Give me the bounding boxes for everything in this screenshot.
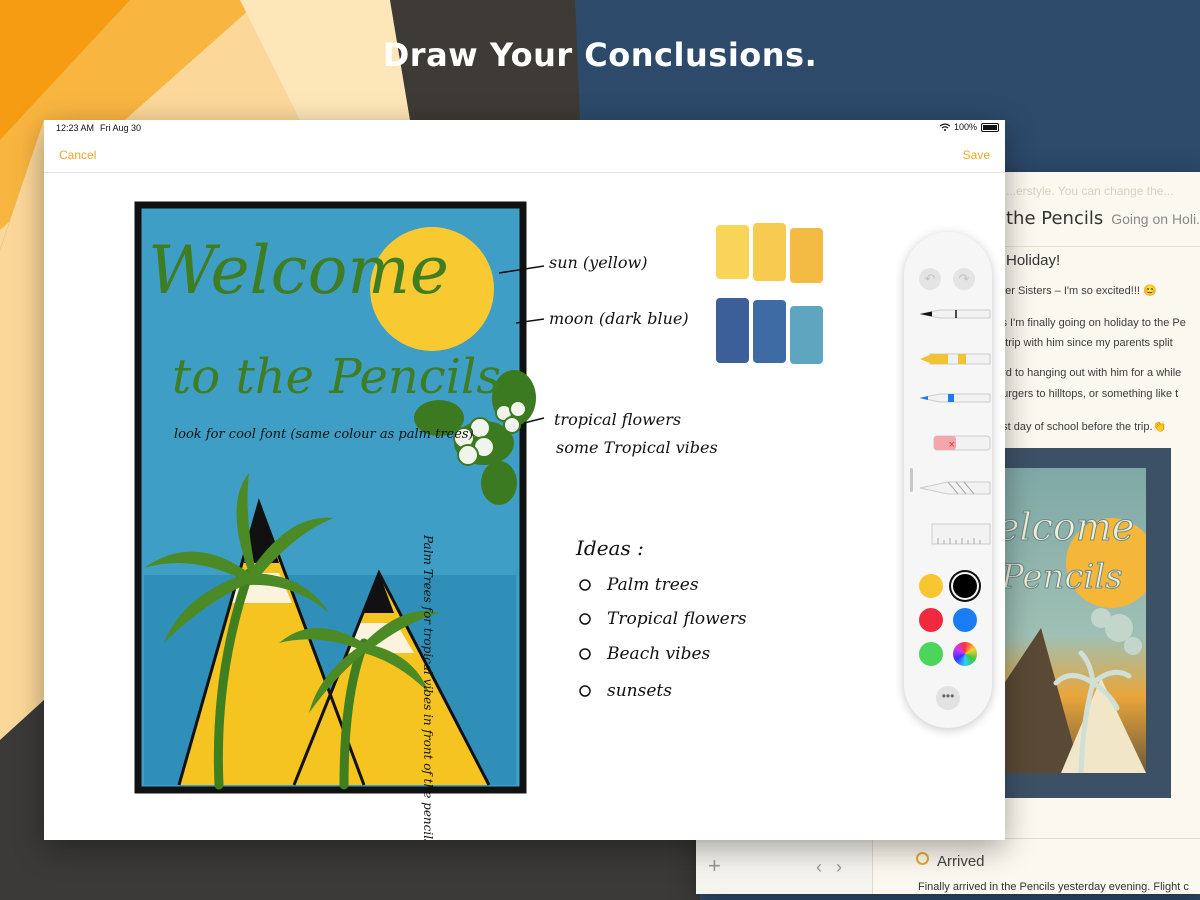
ideas-list: Ideas : Palm trees Tropical flowers Beac… — [575, 536, 747, 701]
wifi-icon — [939, 123, 950, 131]
ruler-tool[interactable] — [918, 522, 992, 546]
poster-sketch: Welcome to the Pencils look for cool fon… — [134, 201, 536, 840]
save-button[interactable]: Save — [963, 148, 990, 162]
status-bar: 12:23 AM Fri Aug 30 100% — [44, 120, 1005, 136]
bullet-icon — [579, 648, 591, 660]
poster-artwork: elcome Pencils — [1001, 505, 1146, 773]
poster-note-font: look for cool font (same colour as palm … — [174, 427, 474, 442]
journal-line: ys I'm finally going on holiday to the P… — [996, 317, 1186, 329]
swatch-blue-1 — [716, 298, 749, 363]
tool-palette: ↶ ↷ × ••• — [904, 232, 992, 728]
entry-text: Finally arrived in the Pencils yesterday… — [918, 881, 1189, 893]
poster-image: elcome Pencils — [1001, 468, 1146, 773]
nav-arrows[interactable]: ‹› — [816, 857, 856, 878]
journal-line: ast day of school before the trip.👏 — [996, 421, 1167, 433]
marker-tool[interactable] — [918, 346, 992, 370]
lasso-tool[interactable] — [918, 476, 992, 500]
annotation-sun: sun (yellow) — [549, 253, 647, 272]
chevron-left-icon[interactable]: ‹ — [816, 857, 836, 877]
more-button[interactable]: ••• — [936, 686, 960, 710]
journal-line: ard to hanging out with him for a while — [996, 367, 1182, 379]
swatch-yellow-2 — [753, 223, 786, 281]
undo-button[interactable]: ↶ — [919, 268, 941, 290]
status-right: 100% — [939, 122, 999, 132]
divider — [872, 838, 873, 894]
journal-line: nter Sisters – I'm so excited!!! 😊 — [996, 285, 1157, 297]
entry-title: Arrived — [937, 853, 985, 870]
drawing-window: 12:23 AM Fri Aug 30 100% Cancel Save Wel… — [44, 120, 1005, 840]
journal-heading: Holiday! — [1006, 252, 1061, 269]
svg-text:Pencils: Pencils — [1001, 557, 1123, 597]
bullet-icon — [579, 685, 591, 697]
color-blue[interactable] — [953, 608, 977, 632]
redo-button[interactable]: ↷ — [953, 268, 975, 290]
divider — [1000, 246, 1200, 247]
annotation-vibes: some Tropical vibes — [556, 438, 718, 457]
color-black[interactable] — [953, 574, 977, 598]
bullet-icon — [579, 613, 591, 625]
annotation-moon: moon (dark blue) — [549, 309, 689, 328]
status-date: Fri Aug 30 — [100, 123, 142, 133]
journal-title-row: the Pencils Going on Holi... — [1006, 208, 1200, 229]
idea-item: Palm trees — [606, 575, 699, 595]
color-red[interactable] — [919, 608, 943, 632]
idea-item: sunsets — [607, 681, 672, 701]
svg-text:×: × — [948, 440, 956, 450]
status-time: 12:23 AM — [56, 123, 95, 133]
redo-icon: ↷ — [958, 271, 970, 286]
palette-grip[interactable] — [910, 468, 913, 492]
color-picker-rainbow[interactable] — [953, 642, 977, 666]
eraser-tool[interactable]: × — [918, 430, 992, 454]
bullet-icon — [579, 579, 591, 591]
swatch-blue-3 — [790, 306, 823, 364]
journal-line: a trip with him since my parents split — [996, 337, 1173, 349]
entry-title-row[interactable]: Arrived — [916, 852, 985, 870]
journal-toolbar: + ‹› — [696, 839, 872, 894]
undo-icon: ↶ — [924, 271, 936, 286]
pen-tool[interactable] — [918, 302, 992, 326]
journal-photo[interactable]: elcome Pencils — [996, 448, 1171, 798]
idea-item: Beach vibes — [606, 644, 711, 664]
poster-title-line1: Welcome — [148, 232, 449, 309]
journal-subtitle: Going on Holi... — [1111, 211, 1200, 227]
nav-bar: Cancel Save — [44, 136, 1005, 173]
ideas-heading: Ideas : — [575, 536, 644, 560]
swatch-blue-2 — [753, 300, 786, 363]
color-yellow[interactable] — [919, 574, 943, 598]
swatch-yellow-3 — [790, 228, 823, 283]
color-swatches — [716, 223, 823, 364]
journal-faded-header: ...erstyle. You can change the... — [1006, 184, 1174, 198]
annotation-flowers: tropical flowers — [554, 410, 681, 429]
drawing-canvas[interactable]: Welcome to the Pencils look for cool fon… — [44, 173, 1005, 840]
cancel-button[interactable]: Cancel — [59, 148, 96, 162]
add-icon[interactable]: + — [708, 853, 721, 879]
journal-line: ourgers to hilltops, or something like t — [996, 388, 1179, 400]
circle-icon — [916, 852, 929, 865]
idea-item: Tropical flowers — [607, 609, 747, 629]
pencil-tool[interactable] — [918, 386, 992, 410]
battery-percent: 100% — [953, 122, 977, 132]
color-green[interactable] — [919, 642, 943, 666]
svg-text:elcome: elcome — [1001, 505, 1134, 549]
poster-title-line2: to the Pencils — [172, 349, 501, 405]
chevron-right-icon[interactable]: › — [836, 857, 856, 877]
headline: Draw Your Conclusions. — [382, 36, 818, 74]
journal-title: the Pencils — [1006, 208, 1104, 229]
ellipsis-icon: ••• — [941, 689, 955, 703]
swatch-yellow-1 — [716, 225, 749, 279]
poster-note-palm: Palm Trees for tropical vibes in front o… — [421, 534, 435, 840]
battery-icon — [981, 122, 999, 132]
